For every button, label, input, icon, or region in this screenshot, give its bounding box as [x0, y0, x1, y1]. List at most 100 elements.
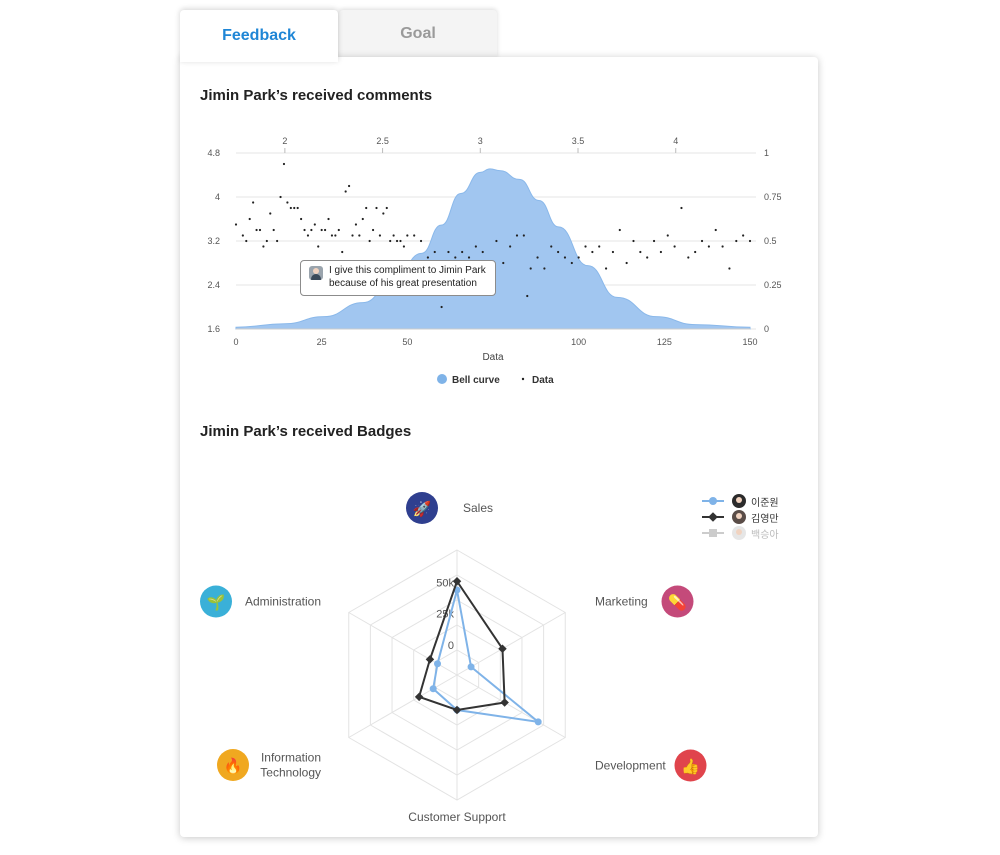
data-point [310, 228, 313, 232]
data-point [577, 256, 580, 259]
data-point [296, 206, 299, 210]
y-tick-label: 1.6 [207, 324, 220, 334]
data-point [632, 239, 635, 243]
flame-icon-glyph: 🔥 [224, 757, 243, 775]
tab-goal[interactable]: Goal [339, 10, 497, 58]
avatar [732, 526, 746, 540]
data-point [735, 239, 738, 243]
data-point [604, 267, 608, 270]
legend-item-series-2[interactable]: 김영만 [700, 509, 779, 525]
data-point [354, 223, 358, 226]
data-point [276, 239, 279, 243]
data-point [557, 250, 560, 254]
x-tick-label: 50 [402, 337, 412, 347]
data-point [262, 245, 265, 248]
legend-label-bell-curve: Bell curve [452, 375, 500, 386]
x2-tick-label: 3 [478, 136, 483, 146]
data-point [721, 245, 724, 248]
avatar [732, 510, 746, 524]
data-point [245, 239, 248, 243]
data-point [320, 228, 323, 232]
bell-curve-area [235, 168, 751, 330]
comments-title: Jimin Park’s received comments [200, 87, 433, 104]
legend-item-series-1[interactable]: 이준원 [700, 493, 779, 509]
plant-hand-icon-glyph: 🌱 [207, 594, 226, 612]
data-point [255, 228, 258, 232]
radar-axis-label: Information [261, 751, 321, 765]
data-point [611, 250, 615, 254]
legend-label: 이준원 [751, 497, 779, 509]
y-tick-label: 3.2 [207, 236, 220, 246]
x2-tick-label: 2 [282, 136, 287, 146]
badges-title: Jimin Park’s received Badges [200, 423, 412, 440]
y-tick-label: 4 [215, 192, 220, 202]
data-point [748, 239, 752, 243]
feedback-panel: Jimin Park’s received comments 1.6 2.4 3.2… [180, 57, 818, 837]
data-point [714, 228, 717, 232]
data-point [282, 162, 286, 166]
data-point [639, 250, 642, 254]
axis-label-group: Customer Support [408, 810, 506, 824]
legend-item-series-3[interactable]: 백승아 [700, 525, 779, 541]
data-point [371, 228, 375, 232]
legend-marker-data [521, 377, 525, 381]
data-point [395, 239, 399, 243]
data-point [591, 250, 594, 254]
radar-point [500, 698, 509, 707]
radar-axis-label: Customer Support [408, 810, 506, 824]
tooltip-line-2: because of his great presentation [329, 278, 477, 289]
data-point [303, 228, 306, 232]
avatar [732, 494, 746, 508]
x-axis-label: Data [482, 352, 504, 363]
data-point [279, 195, 282, 199]
data-point [385, 206, 388, 210]
data-point [365, 206, 368, 210]
x2-tick-label: 2.5 [376, 136, 389, 146]
radar-spoke [456, 674, 566, 738]
data-point [526, 294, 529, 298]
y2-tick-label: 1 [764, 148, 769, 158]
axis-label-group: Administration [245, 595, 321, 609]
axis-label-group: Sales [463, 501, 493, 515]
x2-tick-label: 3.5 [572, 136, 585, 146]
data-point [347, 184, 351, 188]
data-point [522, 234, 525, 237]
data-point [358, 234, 361, 237]
data-point [694, 250, 697, 254]
data-point [389, 239, 392, 243]
data-point [272, 228, 275, 232]
radar-point [425, 655, 435, 664]
data-point [659, 250, 663, 254]
data-point [625, 261, 628, 265]
data-point [652, 239, 656, 243]
data-point [454, 256, 457, 259]
data-point [248, 217, 251, 221]
data-point [375, 206, 378, 210]
data-point [334, 234, 337, 237]
data-point [241, 234, 244, 237]
data-point [687, 256, 690, 259]
radial-tick-label: 0 [448, 640, 454, 652]
y2-tick-label: 0.25 [764, 280, 782, 290]
data-point [447, 250, 450, 254]
comments-chart: 1.6 2.4 3.2 4 4.8 0 0.25 0.5 0.75 1 2 2.5 3 3.5 4 0 25 50… [207, 136, 782, 386]
data-point [481, 250, 484, 254]
x-tick-label: 25 [317, 337, 327, 347]
x-tick-label: 0 [233, 337, 238, 347]
radar-axis-label: Marketing [595, 595, 648, 609]
data-point [474, 245, 477, 248]
data-point [252, 201, 255, 204]
tooltip-avatar [309, 266, 323, 280]
radar-point [467, 663, 475, 671]
data-point [368, 239, 371, 243]
data-point [440, 305, 443, 309]
data-point [402, 245, 406, 248]
data-point [666, 234, 669, 237]
data-point [351, 234, 354, 237]
data-point [502, 261, 505, 265]
tab-feedback[interactable]: Feedback [180, 10, 338, 62]
radar-axis-label: Sales [463, 501, 493, 515]
radar-axis-label: Administration [245, 595, 321, 609]
data-point [300, 217, 303, 221]
radar-spoke [348, 674, 458, 738]
